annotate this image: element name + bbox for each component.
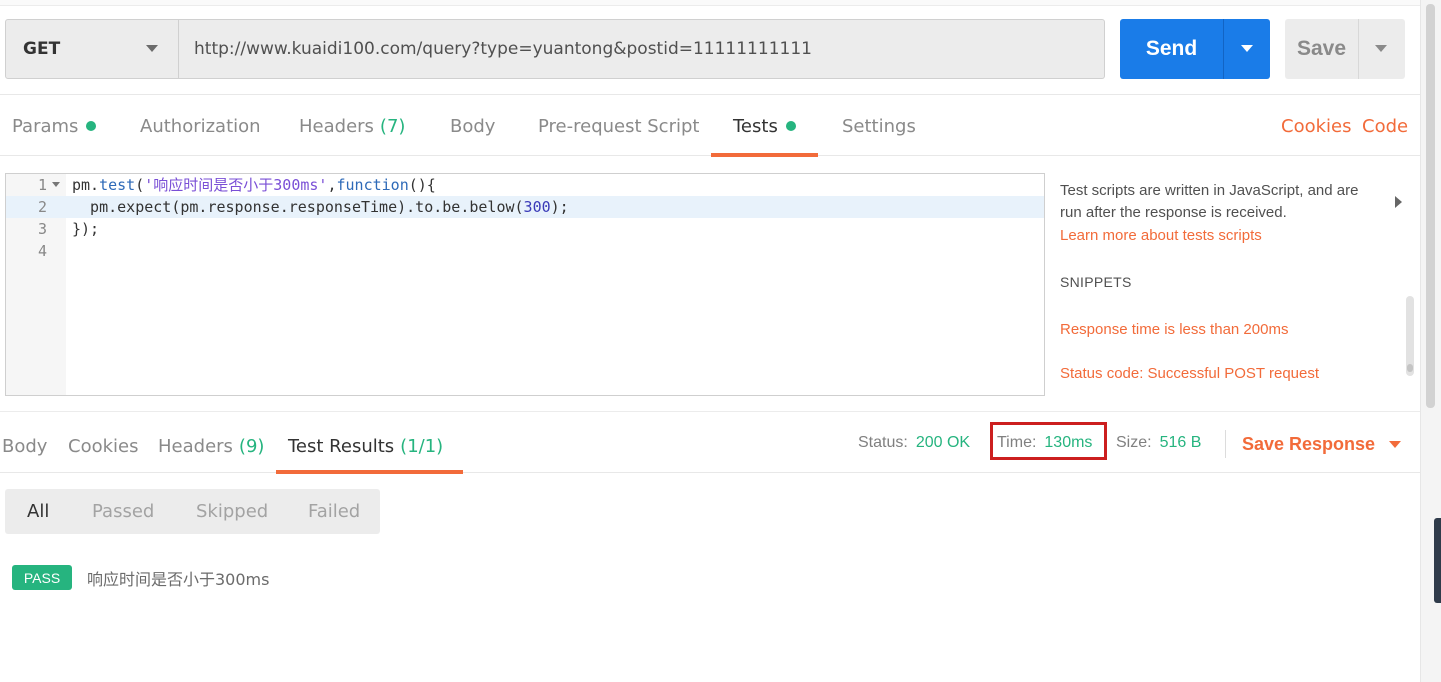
cookies-link[interactable]: Cookies	[1281, 96, 1351, 156]
filter-skipped[interactable]: Skipped	[196, 489, 268, 534]
snippet-item[interactable]: Status code: Successful POST request	[1060, 365, 1319, 382]
response-tab-cookies[interactable]: Cookies	[68, 420, 138, 473]
tab-headers-label: Headers	[299, 115, 374, 137]
save-divider	[1358, 19, 1359, 79]
send-button[interactable]: Send	[1120, 19, 1270, 79]
chevron-down-icon	[1389, 440, 1402, 448]
snippet-item[interactable]: Response time is less than 200ms	[1060, 321, 1288, 338]
tab-authorization[interactable]: Authorization	[140, 96, 261, 156]
filter-all[interactable]: All	[27, 489, 49, 534]
scrollbar-thumb[interactable]	[1426, 4, 1435, 408]
tab-settings[interactable]: Settings	[842, 96, 916, 156]
method-value: GET	[23, 39, 61, 59]
response-tab-cookies-label: Cookies	[68, 436, 139, 457]
save-response-label: Save Response	[1242, 433, 1376, 454]
tab-body[interactable]: Body	[450, 96, 495, 156]
active-dot-icon	[86, 121, 97, 131]
tab-prerequest-script[interactable]: Pre-request Script	[538, 96, 699, 156]
collapse-panel-icon[interactable]	[1395, 196, 1402, 208]
method-select[interactable]: GET	[5, 19, 179, 79]
filter-failed[interactable]: Failed	[308, 489, 360, 534]
code-text: pm.test('响应时间是否小于300ms',function(){	[72, 176, 436, 194]
tab-headers-count: (7)	[379, 115, 406, 137]
page-scrollbar[interactable]	[1420, 0, 1441, 682]
line-number: 4	[37, 242, 47, 260]
tab-authorization-label: Authorization	[140, 115, 261, 137]
status-value: 200 OK	[915, 433, 971, 451]
chevron-down-icon	[1375, 45, 1387, 52]
response-tab-body-label: Body	[2, 436, 48, 457]
code-line: 1 pm.test('响应时间是否小于300ms',function(){	[6, 174, 1044, 196]
request-url-bar: GET http://www.kuaidi100.com/query?type=…	[0, 6, 1420, 95]
size-label: Size:	[1116, 433, 1152, 451]
tab-params-label: Params	[12, 115, 79, 137]
snippets-scrollbar[interactable]	[1406, 296, 1414, 376]
code-text: });	[72, 220, 100, 238]
save-response-button[interactable]: Save Response	[1242, 425, 1402, 463]
window-edge	[1434, 518, 1441, 603]
response-tab-headers[interactable]: Headers (9)	[158, 420, 264, 473]
response-tab-body[interactable]: Body	[2, 420, 47, 473]
pass-badge: PASS	[12, 565, 72, 590]
tests-description: Test scripts are written in JavaScript, …	[1060, 182, 1359, 221]
fold-arrow-icon[interactable]	[52, 182, 60, 187]
response-tab-test-results[interactable]: Test Results (1/1)	[275, 420, 464, 474]
save-button[interactable]: Save	[1285, 19, 1405, 79]
request-tabs: Params Authorization Headers (7) Body Pr…	[0, 96, 1420, 157]
code-text: pm.expect(pm.response.responseTime).to.b…	[72, 198, 569, 216]
chevron-down-icon	[146, 45, 158, 52]
url-input[interactable]: http://www.kuaidi100.com/query?type=yuan…	[179, 19, 1105, 79]
save-button-label: Save	[1296, 37, 1347, 60]
response-tab-headers-count: (9)	[238, 436, 265, 457]
send-dropdown-button[interactable]	[1224, 19, 1270, 79]
line-number: 2	[37, 198, 47, 216]
test-result-name: 响应时间是否小于300ms	[87, 569, 270, 589]
chevron-down-icon	[1241, 45, 1253, 52]
response-tab-test-results-count: (1/1)	[400, 436, 444, 457]
learn-more-link[interactable]: Learn more about tests scripts	[1060, 227, 1262, 244]
status-label: Status:	[858, 433, 908, 451]
line-number: 3	[37, 220, 47, 238]
divider	[1225, 430, 1226, 458]
snippets-panel: Test scripts are written in JavaScript, …	[1060, 172, 1405, 397]
tab-tests[interactable]: Tests	[711, 96, 818, 157]
tab-prerequest-label: Pre-request Script	[538, 115, 700, 137]
time-highlight-box	[990, 422, 1107, 460]
url-value: http://www.kuaidi100.com/query?type=yuan…	[194, 39, 812, 59]
response-tabs: Body Cookies Headers (9) Test Results (1…	[0, 420, 1420, 474]
code-line: 4	[6, 240, 1044, 262]
divider	[0, 411, 1420, 412]
line-number: 1	[37, 176, 47, 194]
filter-passed[interactable]: Passed	[92, 489, 154, 534]
tab-params[interactable]: Params	[12, 96, 97, 156]
code-line-active: 2 pm.expect(pm.response.responseTime).to…	[6, 196, 1044, 218]
code-line: 3 });	[6, 218, 1044, 240]
scrollbar-thumb[interactable]	[1407, 364, 1413, 372]
size-value: 516 B	[1159, 433, 1202, 451]
tab-body-label: Body	[450, 115, 496, 137]
test-results-filter: All Passed Skipped Failed	[5, 489, 380, 534]
tab-settings-label: Settings	[842, 115, 916, 137]
tab-tests-label: Tests	[733, 115, 778, 137]
send-button-label: Send	[1145, 37, 1198, 60]
response-size[interactable]: Size: 516 B	[1116, 420, 1201, 465]
tab-headers[interactable]: Headers (7)	[299, 96, 405, 156]
snippets-heading: SNIPPETS	[1060, 274, 1132, 290]
active-dot-icon	[785, 121, 796, 131]
tests-code-editor[interactable]: 1 pm.test('响应时间是否小于300ms',function(){ 2 …	[5, 173, 1045, 396]
response-tab-test-results-label: Test Results	[288, 436, 395, 457]
response-status: Status: 200 OK	[858, 420, 970, 465]
response-tab-headers-label: Headers	[158, 436, 233, 457]
code-link[interactable]: Code	[1362, 96, 1408, 156]
